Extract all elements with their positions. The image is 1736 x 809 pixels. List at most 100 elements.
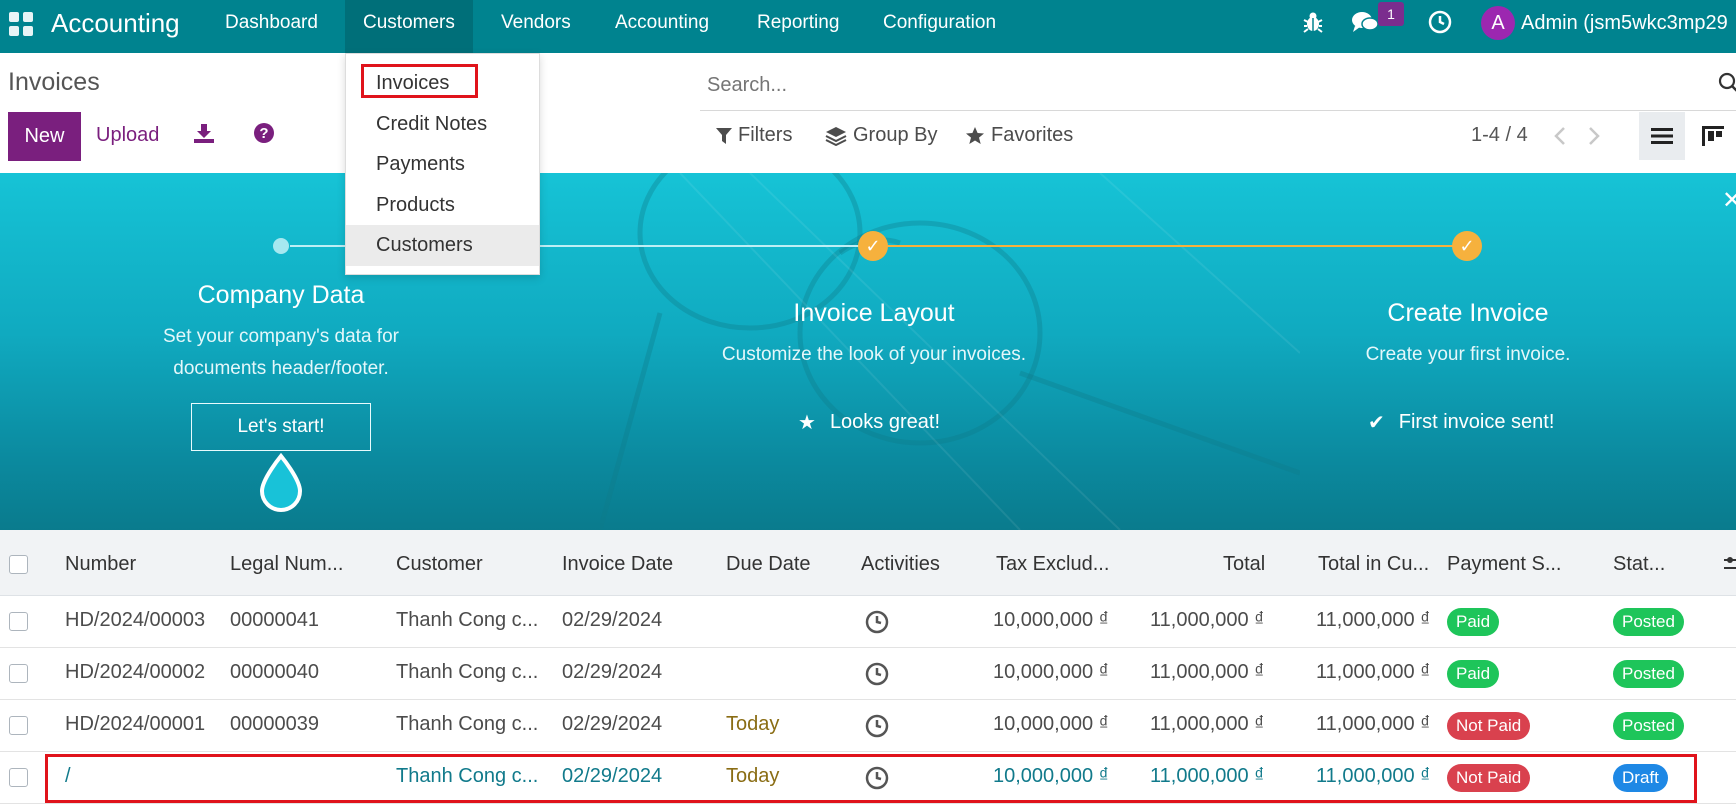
cell-customer: Thanh Cong c... — [396, 661, 539, 683]
upload-button[interactable]: Upload — [96, 124, 159, 147]
activity-clock-icon[interactable] — [865, 714, 889, 743]
apps-menu-icon[interactable] — [9, 12, 33, 36]
col-legal-number[interactable]: Legal Num... — [230, 553, 343, 576]
menu-item-products[interactable]: Products — [346, 185, 539, 226]
col-status[interactable]: Stat... — [1613, 553, 1665, 576]
highlight-box-invoices — [361, 64, 478, 98]
table-row[interactable]: HD/2024/00001 00000039 Thanh Cong c... 0… — [0, 700, 1736, 752]
step-done-layout-label: Looks great! — [829, 411, 941, 433]
star-icon — [966, 126, 984, 144]
menu-vendors[interactable]: Vendors — [483, 0, 589, 53]
onboarding-banner: ✓ ✓ ✕ Company Data Set your company's da… — [0, 173, 1736, 530]
progress-line-done — [876, 245, 1468, 247]
cell-legal-number: 00000039 — [230, 713, 319, 735]
menu-configuration[interactable]: Configuration — [865, 0, 1014, 53]
row-checkbox[interactable] — [9, 612, 28, 631]
menu-reporting[interactable]: Reporting — [739, 0, 857, 53]
col-total-currency[interactable]: Total in Cu... — [1318, 553, 1429, 576]
droplet-icon — [259, 453, 303, 512]
cell-legal-number: 00000040 — [230, 661, 319, 683]
menu-customers[interactable]: Customers — [345, 0, 473, 53]
user-avatar[interactable]: A — [1481, 6, 1515, 40]
activity-clock-icon[interactable] — [865, 662, 889, 691]
cell-customer: Thanh Cong c... — [396, 713, 539, 735]
status-badge: Posted — [1613, 608, 1684, 636]
status-badge: Posted — [1613, 660, 1684, 688]
highlight-box-draft-row — [45, 754, 1697, 803]
chat-icon[interactable] — [1351, 10, 1379, 39]
table-row[interactable]: HD/2024/00003 00000041 Thanh Cong c... 0… — [0, 596, 1736, 648]
step-done-create-label: First invoice sent! — [1398, 411, 1555, 433]
new-button[interactable]: New — [8, 112, 81, 161]
bug-icon[interactable] — [1302, 10, 1324, 39]
col-invoice-date[interactable]: Invoice Date — [562, 553, 673, 576]
step-desc-layout: Customize the look of your invoices. — [721, 344, 1027, 365]
payment-status-badge: Not Paid — [1447, 712, 1531, 740]
col-tax-excluded[interactable]: Tax Exclud... — [996, 553, 1109, 576]
check-icon: ✔ — [1368, 412, 1385, 434]
optional-columns-icon[interactable] — [1724, 555, 1736, 578]
col-due-date[interactable]: Due Date — [726, 553, 811, 576]
favorites-toggle[interactable]: Favorites — [965, 124, 1073, 147]
step-dot-pending — [273, 238, 289, 254]
cell-legal-number: 00000041 — [230, 609, 319, 631]
menu-item-payments[interactable]: Payments — [346, 144, 539, 185]
close-icon[interactable]: ✕ — [1722, 186, 1736, 215]
payment-status-badge: Paid — [1447, 660, 1500, 688]
row-checkbox[interactable] — [9, 768, 28, 787]
status-badge: Posted — [1613, 712, 1684, 740]
col-customer[interactable]: Customer — [396, 553, 483, 576]
activity-clock-icon[interactable] — [1428, 10, 1452, 39]
activity-clock-icon[interactable] — [865, 610, 889, 639]
menu-item-customers[interactable]: Customers — [346, 225, 539, 266]
filters-toggle[interactable]: Filters — [716, 124, 792, 147]
help-icon[interactable]: ? — [253, 122, 275, 149]
pager-value[interactable]: 1-4 / 4 — [1471, 124, 1528, 147]
cell-number: HD/2024/00001 — [65, 713, 206, 735]
chevron-left-icon[interactable] — [1553, 126, 1567, 151]
step-title-layout[interactable]: Invoice Layout — [574, 299, 1174, 328]
kanban-view-button[interactable] — [1690, 112, 1736, 160]
table-header: Number Legal Num... Customer Invoice Dat… — [0, 530, 1736, 596]
menu-accounting[interactable]: Accounting — [597, 0, 727, 53]
step-title-company[interactable]: Company Data — [0, 281, 562, 310]
step-check-icon: ✓ — [1452, 231, 1482, 261]
cell-total: 11,000,000 ₫ — [1150, 609, 1265, 631]
cell-invoice-date: 02/29/2024 — [562, 661, 663, 683]
top-navbar: Accounting Dashboard Customers Vendors A… — [0, 0, 1736, 53]
row-checkbox[interactable] — [9, 716, 28, 735]
groupby-label: Group By — [853, 124, 938, 146]
search-input[interactable] — [700, 68, 1700, 102]
search-bar — [700, 68, 1736, 111]
app-brand[interactable]: Accounting — [51, 8, 180, 39]
page-title[interactable]: Invoices — [8, 68, 100, 97]
row-checkbox[interactable] — [9, 664, 28, 683]
cell-number: HD/2024/00002 — [65, 661, 206, 683]
step-done-layout: ★ Looks great! — [798, 410, 940, 435]
step-check-icon: ✓ — [858, 231, 888, 261]
col-number[interactable]: Number — [65, 553, 136, 576]
chevron-right-icon[interactable] — [1587, 126, 1601, 151]
col-total[interactable]: Total — [1223, 553, 1265, 576]
cell-total-currency: 11,000,000 ₫ — [1316, 609, 1431, 631]
cell-total: 11,000,000 ₫ — [1150, 713, 1265, 735]
cell-tax-excluded: 10,000,000 ₫ — [993, 609, 1109, 631]
col-payment-status[interactable]: Payment S... — [1447, 553, 1562, 576]
lets-start-button[interactable]: Let's start! — [191, 403, 371, 451]
table-row[interactable]: HD/2024/00002 00000040 Thanh Cong c... 0… — [0, 648, 1736, 700]
filter-icon — [716, 127, 732, 144]
search-icon[interactable] — [1718, 72, 1736, 99]
select-all-checkbox[interactable] — [9, 555, 28, 574]
cell-invoice-date: 02/29/2024 — [562, 609, 663, 631]
kanban-icon — [1702, 126, 1724, 146]
step-desc-company-1: Set your company's data for — [163, 326, 399, 347]
menu-dashboard[interactable]: Dashboard — [207, 0, 336, 53]
list-view-button[interactable] — [1639, 112, 1685, 160]
col-activities[interactable]: Activities — [861, 553, 940, 576]
groupby-toggle[interactable]: Group By — [825, 124, 937, 147]
step-title-create[interactable]: Create Invoice — [1168, 299, 1736, 328]
menu-item-credit-notes[interactable]: Credit Notes — [346, 104, 539, 145]
cell-total-currency: 11,000,000 ₫ — [1316, 713, 1431, 735]
download-icon[interactable] — [193, 122, 215, 149]
user-menu[interactable]: Admin (jsm5wkc3mp29 — [1521, 12, 1728, 35]
